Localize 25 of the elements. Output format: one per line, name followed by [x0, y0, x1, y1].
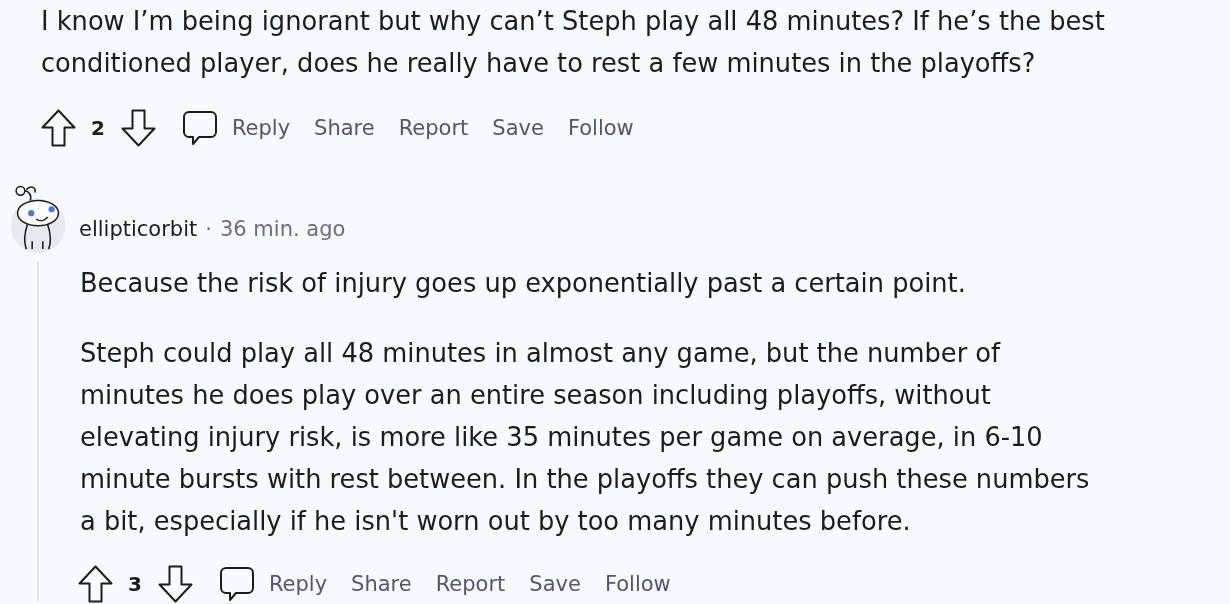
down-arrow-icon[interactable] — [120, 109, 156, 147]
save-button[interactable]: Save — [492, 109, 544, 147]
speech-bubble-icon — [181, 110, 218, 146]
speech-bubble-icon — [218, 566, 255, 602]
vote-count: 3 — [128, 572, 142, 596]
comment-text: I know I’m being ignorant but why can’t Steph play all 48 minutes? If he’s the best conditioned player, does he really have to rest a few minutes in the playoffs? — [41, 5, 1106, 80]
share-button[interactable]: Share — [351, 565, 412, 603]
share-button[interactable]: Share — [314, 109, 375, 147]
save-button[interactable]: Save — [529, 565, 581, 603]
vote-count: 2 — [91, 116, 105, 140]
report-button[interactable]: Report — [398, 109, 469, 147]
cartoon-avatar-icon — [10, 183, 66, 253]
username-link[interactable]: ellipticorbit — [79, 212, 198, 246]
up-arrow-icon[interactable] — [78, 565, 113, 603]
comment-text: Steph could play all 48 minutes in almost any game, but the number of minutes he does play over an entire season including playoffs, without elevating injury risk, is more like 35 minutes per game on average, in 6-10 minute bursts with rest between. In the playoffs they can push these numbers a bit, especially if he isn't worn out by too many minutes before. — [80, 337, 1091, 538]
follow-button[interactable]: Follow — [567, 109, 634, 147]
meta-separator: · — [205, 216, 212, 243]
comment-text: Because the risk of injury goes up exponentially past a certain point. — [80, 267, 967, 300]
reply-button[interactable]: Reply — [181, 109, 291, 147]
timestamp: 36 min. ago — [219, 216, 346, 243]
up-arrow-icon[interactable] — [41, 109, 76, 147]
follow-button[interactable]: Follow — [604, 565, 671, 603]
reply-button[interactable]: Reply — [218, 565, 328, 603]
down-arrow-icon[interactable] — [157, 565, 193, 603]
report-button[interactable]: Report — [435, 565, 506, 603]
